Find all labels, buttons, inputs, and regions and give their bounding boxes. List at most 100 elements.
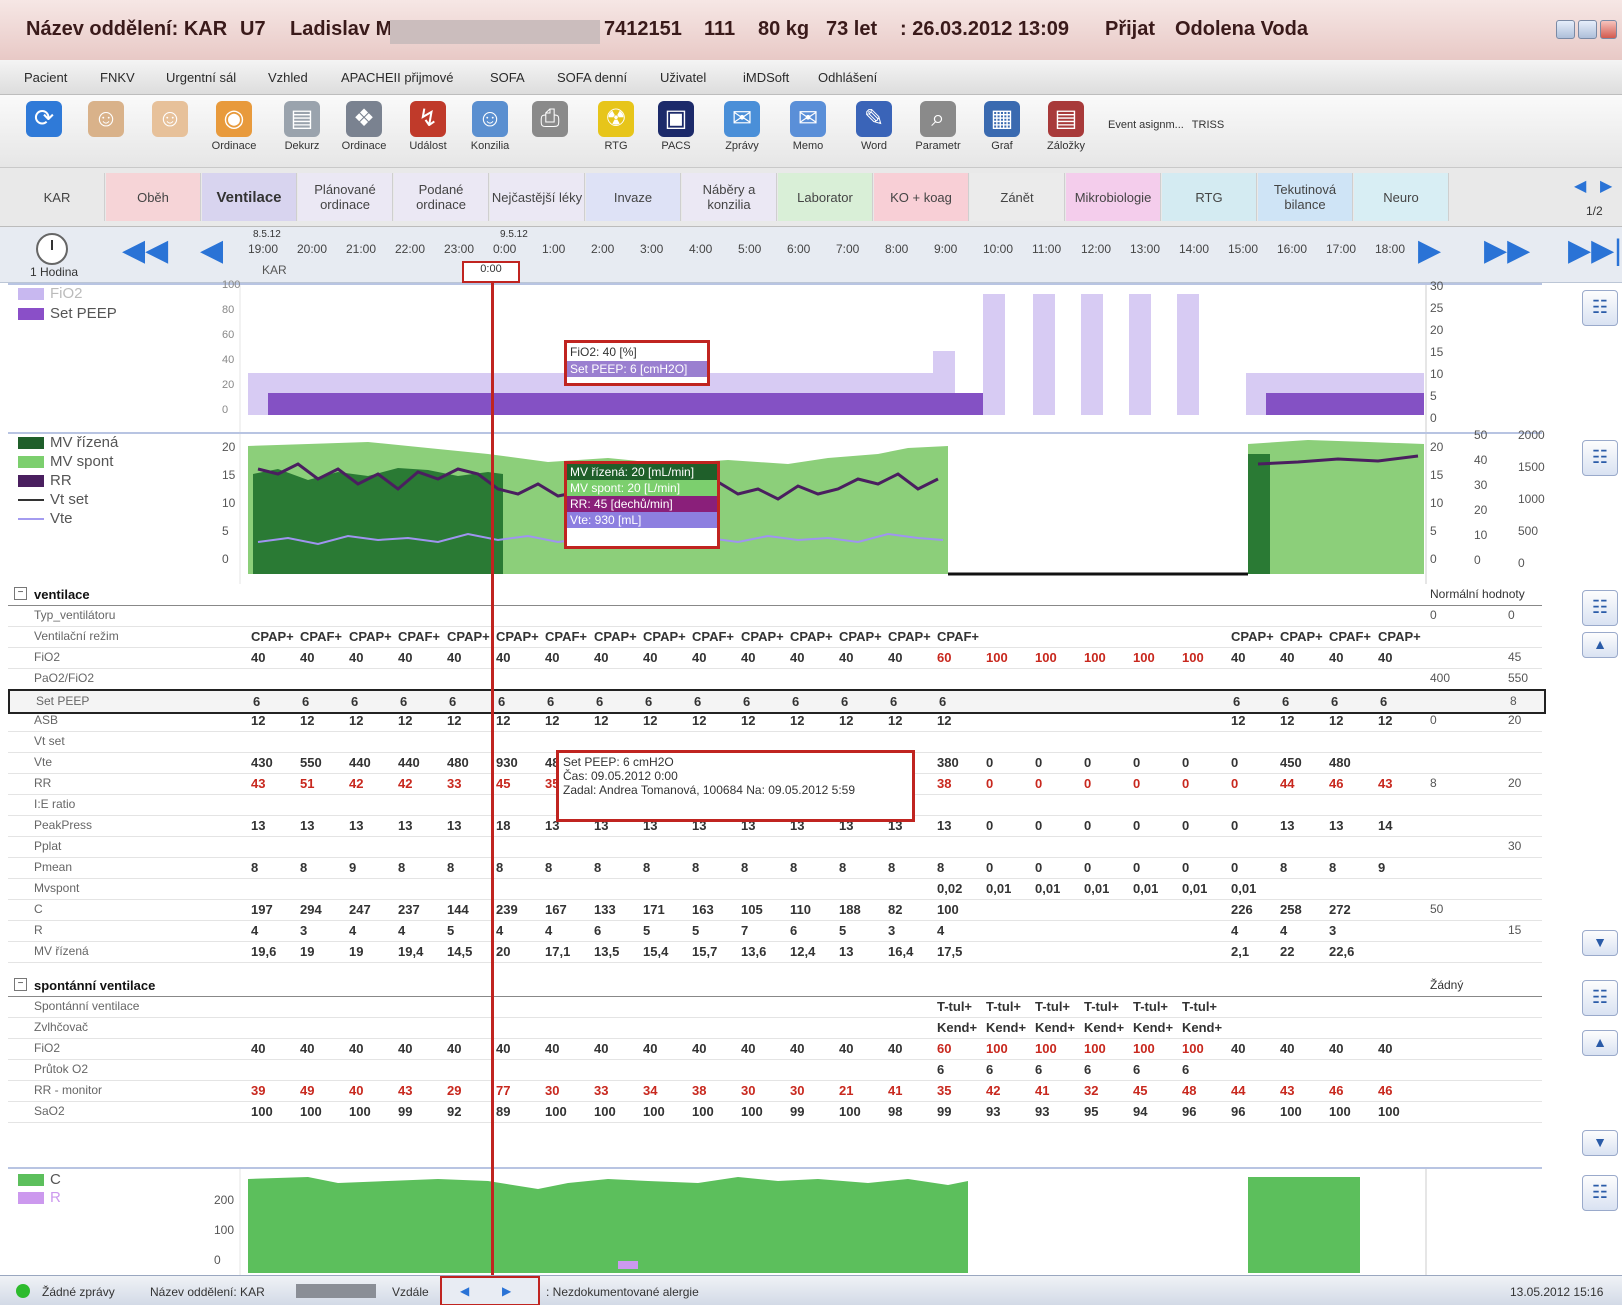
chart-options-icon[interactable]: ☷ [1582,440,1618,476]
table-cell[interactable]: 3 [1329,923,1336,938]
table-cell[interactable]: 13 [839,944,853,959]
table-cell[interactable]: T-tul+ [1035,999,1070,1014]
table-cell[interactable]: 99 [398,1104,412,1119]
status-allergies[interactable]: : Nezdokumentované alergie [546,1285,699,1299]
table-cell[interactable]: 19 [300,944,314,959]
table-cell[interactable]: 12 [447,713,461,728]
table-cell[interactable]: 0 [1182,776,1189,791]
table-cell[interactable]: Kend+ [1084,1020,1124,1035]
table-cell[interactable]: 13 [1329,818,1343,833]
table-cell[interactable]: 40 [643,1041,657,1056]
tab[interactable]: Podané ordinace [394,173,489,221]
table-cell[interactable]: Kend+ [986,1020,1026,1035]
table-cell[interactable]: 38 [937,776,951,791]
tab[interactable]: Laborator [778,173,873,221]
table-cell[interactable]: 43 [251,776,265,791]
normal-values-header[interactable]: Normální hodnoty [1430,587,1525,601]
table-cell[interactable]: 6 [937,1062,944,1077]
table-cell[interactable]: 100 [1182,650,1204,665]
table-cell[interactable]: 6 [890,694,897,709]
tab[interactable]: Zánět [970,173,1065,221]
table-cell[interactable]: T-tul+ [1133,999,1168,1014]
table-cell[interactable]: 133 [594,902,616,917]
table-cell[interactable]: 18 [496,818,510,833]
table-cell[interactable]: 40 [398,1041,412,1056]
table-cell[interactable]: 8 [496,860,503,875]
table-cell[interactable]: Kend+ [937,1020,977,1035]
table-options-icon[interactable]: ☷ [1582,980,1618,1016]
table-cell[interactable]: 44 [1231,1083,1245,1098]
menu-item[interactable]: Urgentní sál [166,70,236,85]
table-cell[interactable]: 0,01 [1182,881,1207,896]
table-cell[interactable]: 0 [1182,860,1189,875]
table-cell[interactable]: 12 [643,713,657,728]
toolbar-button[interactable]: ☢ RTG [586,99,646,163]
table-cell[interactable]: 40 [496,650,510,665]
table-cell[interactable]: 45 [496,776,510,791]
toolbar-button[interactable]: ✎ Word [844,99,904,163]
table-cell[interactable]: 12 [349,713,363,728]
table-cell[interactable]: 13 [447,818,461,833]
table-cell[interactable]: 100 [741,1104,763,1119]
table-cell[interactable]: 40 [594,650,608,665]
table-cell[interactable]: 0 [1035,776,1042,791]
table-cell[interactable]: 12 [398,713,412,728]
table-cell[interactable]: 19 [349,944,363,959]
table-cell[interactable]: 0,02 [937,881,962,896]
tab[interactable]: Nejčastější léky [490,173,585,221]
table-cell[interactable]: 17,1 [545,944,570,959]
table-cell[interactable]: 5 [447,923,454,938]
table-cell[interactable]: 96 [1231,1104,1245,1119]
toolbar-button[interactable]: ↯ Událost [398,99,458,163]
toolbar-button[interactable]: TRISS [1178,99,1238,163]
toolbar-button[interactable]: ▦ Graf [972,99,1032,163]
table-cell[interactable]: 98 [888,1104,902,1119]
table-cell[interactable]: 100 [986,1041,1008,1056]
toolbar-button[interactable]: ☺ [76,99,136,163]
tab[interactable]: Invaze [586,173,681,221]
table-cell[interactable]: 15,7 [692,944,717,959]
table-cell[interactable]: CPAF+ [937,629,979,644]
table-cell[interactable]: Kend+ [1035,1020,1075,1035]
table-cell[interactable]: 4 [1280,923,1287,938]
table-cell[interactable]: 43 [1280,1083,1294,1098]
table-cell[interactable]: 89 [496,1104,510,1119]
table-cell[interactable]: 12 [545,713,559,728]
table-cell[interactable]: 60 [937,1041,951,1056]
table-cell[interactable]: 272 [1329,902,1351,917]
table-cell[interactable]: T-tul+ [1084,999,1119,1014]
section-header[interactable]: − ventilace Normální hodnoty [8,584,1542,606]
table-cell[interactable]: 4 [398,923,405,938]
toolbar-button[interactable]: ⌕ Parametr [908,99,968,163]
table-cell[interactable]: 8 [251,860,258,875]
table-cell[interactable]: 8 [643,860,650,875]
table-row[interactable]: PaO2/FiO2 400 550 [8,668,1542,690]
table-cell[interactable]: 40 [888,650,902,665]
table-cell[interactable]: 41 [888,1083,902,1098]
table-cell[interactable]: 6 [743,694,750,709]
table-cell[interactable]: 6 [400,694,407,709]
time-scroll-control[interactable]: ◀ ▶ [440,1276,540,1305]
table-cell[interactable]: Kend+ [1133,1020,1173,1035]
table-cell[interactable]: 8 [839,860,846,875]
table-cell[interactable]: CPAP+ [839,629,882,644]
table-cell[interactable]: 100 [1280,1104,1302,1119]
table-cell[interactable]: 21 [839,1083,853,1098]
table-cell[interactable]: 12,4 [790,944,815,959]
table-cell[interactable]: 0 [1231,776,1238,791]
table-cell[interactable]: CPAF+ [545,629,587,644]
table-cell[interactable]: 8 [741,860,748,875]
hour-tick[interactable]: 13:00 [1130,242,1160,256]
table-cell[interactable]: 40 [496,1041,510,1056]
toolbar-button[interactable]: ▤ Dekurz [272,99,332,163]
table-cell[interactable]: 40 [447,1041,461,1056]
table-cell[interactable]: 294 [300,902,322,917]
table-cell[interactable]: 12 [1329,713,1343,728]
table-cell[interactable]: 13 [349,818,363,833]
end-icon[interactable]: ▶▶| [1568,233,1622,268]
table-cell[interactable]: 93 [1035,1104,1049,1119]
back-icon[interactable]: ◀ [200,233,223,268]
menu-item[interactable]: Vzhled [268,70,308,85]
table-cell[interactable]: 237 [398,902,420,917]
table-cell[interactable]: CPAP+ [594,629,637,644]
